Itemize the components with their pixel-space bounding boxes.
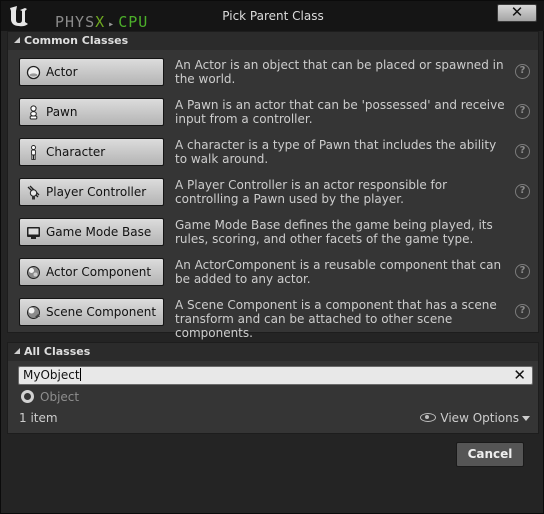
actor-component-button[interactable]: Actor Component [19, 258, 164, 286]
class-row-game-mode-base: Game Mode Base Game Mode Base defines th… [19, 214, 539, 250]
player-controller-button[interactable]: Player Controller [19, 178, 164, 206]
player-controller-description: A Player Controller is an actor responsi… [175, 178, 448, 206]
cancel-button[interactable]: Cancel [456, 442, 524, 467]
scene-component-description: A Scene Component is a component that ha… [175, 298, 497, 340]
class-search-input[interactable]: MyObject ✕ [18, 366, 533, 385]
player-controller-button-label: Player Controller [46, 185, 147, 199]
window-title: Pick Parent Class [222, 9, 324, 23]
class-row-scene-component: Scene Component A Scene Component is a c… [19, 294, 539, 340]
class-row-player-controller: Player Controller A Player Controller is… [19, 174, 539, 210]
game-mode-base-button-label: Game Mode Base [46, 225, 152, 239]
help-icon[interactable]: ? [515, 104, 530, 119]
all-classes-section: All Classes MyObject ✕ Object 1 item Vie… [7, 342, 539, 434]
pawn-button-label: Pawn [46, 105, 78, 119]
class-tree-item-label: Object [40, 390, 80, 404]
character-figure-icon [31, 145, 36, 160]
eye-icon [420, 413, 437, 422]
class-row-actor-component: Actor Component An ActorComponent is a r… [19, 254, 539, 290]
actor-component-icon [27, 266, 40, 279]
game-mode-base-button[interactable]: Game Mode Base [19, 218, 164, 246]
actor-description: An Actor is an object that can be placed… [175, 58, 504, 86]
scene-component-button-label: Scene Component [46, 305, 157, 319]
player-controller-icon [27, 185, 40, 200]
object-class-icon [21, 390, 34, 403]
common-classes-title: Common Classes [24, 34, 129, 47]
help-icon[interactable]: ? [515, 184, 530, 199]
all-classes-title: All Classes [24, 345, 91, 358]
help-icon[interactable]: ? [515, 64, 530, 79]
common-classes-header[interactable]: Common Classes [8, 32, 538, 50]
close-button[interactable]: ✕ [497, 4, 537, 22]
pawn-figure-icon [29, 105, 38, 120]
view-options-label: View Options [440, 411, 519, 425]
actor-button-label: Actor [46, 65, 78, 79]
pawn-button[interactable]: Pawn [19, 98, 164, 126]
chevron-down-icon [522, 416, 530, 421]
common-classes-section: Common Classes Actor An Actor is an obje… [7, 31, 539, 340]
search-value: MyObject [23, 368, 80, 382]
actor-sphere-icon [26, 65, 41, 80]
clear-search-icon[interactable]: ✕ [513, 367, 526, 384]
pawn-description: A Pawn is an actor that can be 'possesse… [175, 98, 505, 126]
game-mode-base-description: Game Mode Base defines the game being pl… [175, 218, 493, 246]
all-classes-header[interactable]: All Classes [8, 343, 538, 361]
title-bar[interactable]: PHYSX ▸ CPU Pick Parent Class ✕ [1, 1, 544, 31]
view-options-button[interactable]: View Options [420, 411, 530, 425]
actor-component-description: An ActorComponent is a reusable componen… [175, 258, 502, 286]
collapse-triangle-icon [14, 348, 20, 354]
pick-parent-class-dialog: PHYSX ▸ CPU Pick Parent Class ✕ Common Cla… [0, 0, 544, 514]
actor-component-button-label: Actor Component [46, 265, 152, 279]
class-row-character: Character A character is a type of Pawn … [19, 134, 539, 170]
actor-button[interactable]: Actor [19, 58, 164, 86]
help-icon[interactable]: ? [515, 264, 530, 279]
scene-component-button[interactable]: Scene Component [19, 298, 164, 326]
help-icon[interactable]: ? [515, 144, 530, 159]
character-button-label: Character [46, 145, 106, 159]
class-tree-item-object[interactable]: Object [21, 389, 79, 405]
item-count: 1 item [19, 411, 58, 425]
character-description: A character is a type of Pawn that inclu… [175, 138, 497, 166]
help-icon[interactable]: ? [515, 304, 530, 319]
text-caret [79, 368, 81, 381]
class-row-actor: Actor An Actor is an object that can be … [19, 54, 539, 90]
game-mode-icon [27, 227, 40, 239]
character-button[interactable]: Character [19, 138, 164, 166]
collapse-triangle-icon [14, 37, 20, 43]
scene-component-icon [27, 306, 40, 319]
class-row-pawn: Pawn A Pawn is an actor that can be 'pos… [19, 94, 539, 130]
